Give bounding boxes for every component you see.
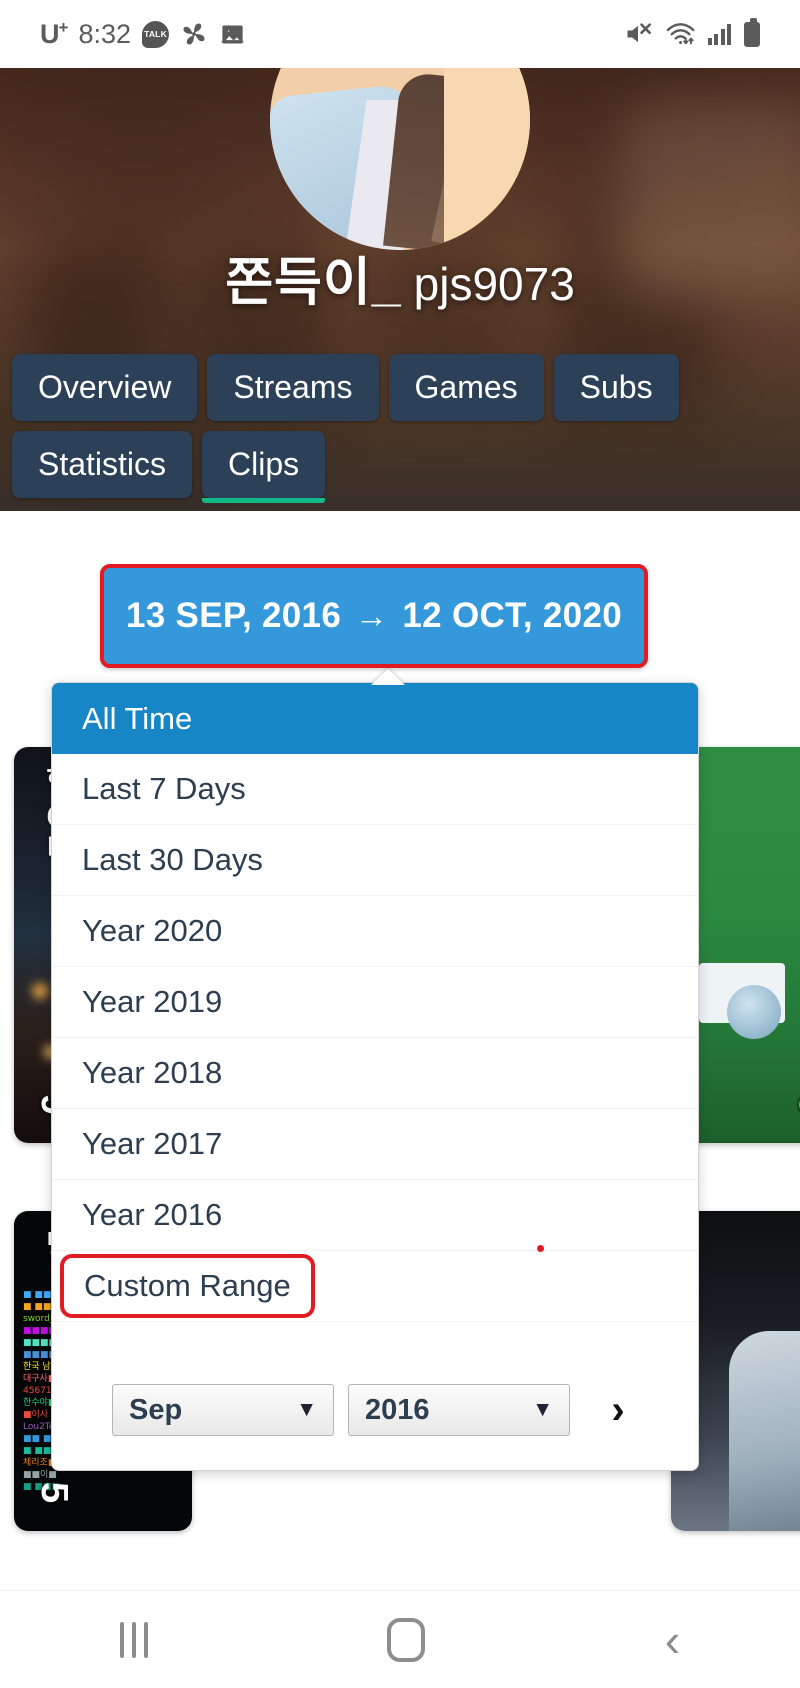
arrow-right-icon: → [355,597,389,634]
kakaotalk-icon: TALK [142,20,169,48]
clock-label: 8:32 [78,18,131,49]
date-range-dropdown: All Time Last 7 Days Last 30 Days Year 2… [51,682,699,1471]
year-select-value: 2016 [365,1393,430,1426]
dropdown-item-label: Year 2016 [82,1197,223,1232]
dropdown-item-last-7-days[interactable]: Last 7 Days [52,754,698,825]
clip-thumbnail-detail [727,985,781,1039]
username-korean: 쫀득이_ [225,254,402,312]
chevron-down-icon: ▼ [296,1398,317,1421]
date-range-button-wrapper: 13 SEP, 2016 → 12 OCT, 2020 [100,564,648,668]
dropdown-item-custom-range[interactable]: Custom Range [52,1251,698,1322]
date-range-start: 13 SEP, 2016 [126,596,342,635]
mute-icon [624,21,652,47]
tab-statistics[interactable]: Statistics [12,431,193,498]
back-icon[interactable]: ‹ [665,1617,680,1663]
status-bar: U+ 8:32 TALK [0,0,800,68]
dropdown-caret-icon [371,669,405,685]
dropdown-item-year-2018[interactable]: Year 2018 [52,1038,698,1109]
home-icon[interactable] [387,1617,426,1662]
tab-overview[interactable]: Overview [12,354,198,421]
android-nav-bar: ‹ [0,1590,800,1688]
wifi-icon [665,21,695,47]
tab-subs[interactable]: Subs [553,354,679,421]
month-select-value: Sep [129,1393,183,1426]
tab-games[interactable]: Games [388,354,544,421]
dropdown-item-year-2017[interactable]: Year 2017 [52,1109,698,1180]
username-id: pjs9073 [413,258,575,310]
dropdown-item-year-2020[interactable]: Year 2020 [52,896,698,967]
dropdown-item-label: Year 2018 [82,1055,223,1090]
avatar[interactable] [270,68,530,250]
dropdown-item-year-2019[interactable]: Year 2019 [52,967,698,1038]
profile-nav-tabs: Overview Streams Games Subs Statistics C… [12,354,788,503]
next-month-button[interactable]: › [596,1384,640,1436]
custom-range-picker: Sep ▼ 2016 ▼ › [52,1384,698,1436]
dropdown-item-label: Last 7 Days [82,771,246,806]
dropdown-item-all-time[interactable]: All Time [52,683,698,754]
dropdown-item-label: Year 2020 [82,913,223,948]
dropdown-list: All Time Last 7 Days Last 30 Days Year 2… [52,683,698,1322]
clip-view-count: 5 [33,1481,75,1503]
gallery-icon [219,21,246,48]
status-bar-left: U+ 8:32 TALK [40,18,246,50]
recents-icon[interactable] [119,1621,148,1658]
date-range-end: 12 OCT, 2020 [402,596,622,635]
red-dot-marker [537,1245,544,1252]
date-range-button[interactable]: 13 SEP, 2016 → 12 OCT, 2020 [100,564,648,668]
dropdown-item-label: Year 2019 [82,984,223,1019]
month-select[interactable]: Sep ▼ [112,1384,334,1436]
dropdown-item-label: Year 2017 [82,1126,223,1161]
dropdown-item-label: All Time [82,700,193,736]
carrier-label: U+ [40,18,68,49]
dropdown-item-last-30-days[interactable]: Last 30 Days [52,825,698,896]
phone-screen: U+ 8:32 TALK 쫀득이_ pjs9073 Overview Strea… [0,0,800,1688]
status-bar-right [624,17,760,47]
page-title: 쫀득이_ pjs9073 [0,240,800,315]
chevron-down-icon: ▼ [532,1398,553,1421]
pinwheel-icon [180,20,208,48]
tab-streams[interactable]: Streams [207,354,379,421]
dropdown-item-label: Custom Range [60,1254,315,1318]
dropdown-item-year-2016[interactable]: Year 2016 [52,1180,698,1251]
battery-icon [744,17,760,47]
dropdown-item-label: Last 30 Days [82,842,263,877]
profile-header: 쫀득이_ pjs9073 Overview Streams Games Subs … [0,68,800,511]
clip-view-count: 8 [791,1093,800,1115]
tab-clips[interactable]: Clips [202,431,326,503]
signal-bars-icon [707,23,731,45]
clip-thumbnail [729,1331,800,1531]
year-select[interactable]: 2016 ▼ [348,1384,570,1436]
